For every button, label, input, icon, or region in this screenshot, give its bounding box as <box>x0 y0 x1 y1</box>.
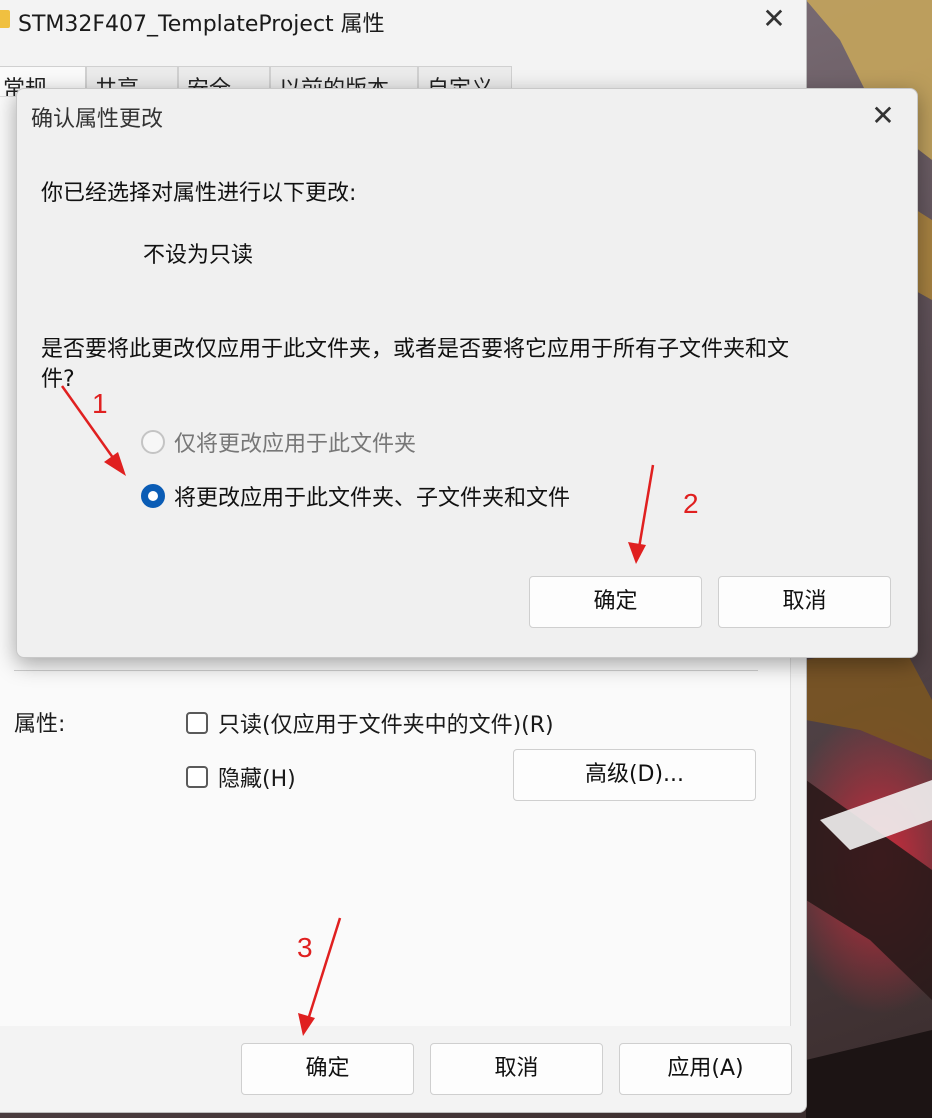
folder-icon <box>0 10 10 28</box>
question-line-2: 件? <box>41 367 75 392</box>
dialog-intro: 你已经选择对属性进行以下更改: <box>41 181 357 206</box>
readonly-checkbox[interactable] <box>186 712 208 734</box>
readonly-checkbox-row[interactable]: 只读(仅应用于文件夹中的文件)(R) <box>186 708 554 738</box>
radio-this-folder[interactable] <box>141 430 165 454</box>
readonly-label: 只读(仅应用于文件夹中的文件)(R) <box>218 713 554 738</box>
dialog-title: 确认属性更改 <box>31 107 164 132</box>
section-divider <box>14 670 758 671</box>
close-icon[interactable]: ✕ <box>863 97 903 137</box>
radio-all-subfolders[interactable] <box>141 484 165 508</box>
hidden-checkbox[interactable] <box>186 766 208 788</box>
option-all-subfolders[interactable]: 将更改应用于此文件夹、子文件夹和文件 <box>141 480 570 512</box>
dialog-cancel-button[interactable]: 取消 <box>718 576 891 628</box>
hidden-label: 隐藏(H) <box>218 767 296 792</box>
properties-titlebar: STM32F407_TemplateProject 属性 ✕ <box>0 0 806 44</box>
apply-button[interactable]: 应用(A) <box>619 1043 792 1095</box>
window-title: STM32F407_TemplateProject 属性 <box>18 12 385 37</box>
cancel-button[interactable]: 取消 <box>430 1043 603 1095</box>
ok-button[interactable]: 确定 <box>241 1043 414 1095</box>
option-all-subfolders-label: 将更改应用于此文件夹、子文件夹和文件 <box>174 486 571 511</box>
hidden-checkbox-row[interactable]: 隐藏(H) <box>186 762 296 792</box>
question-line-1: 是否要将此更改仅应用于此文件夹，或者是否要将它应用于所有子文件夹和文 <box>41 337 790 362</box>
dialog-ok-button[interactable]: 确定 <box>529 576 702 628</box>
confirm-attribute-dialog: 确认属性更改 ✕ 你已经选择对属性进行以下更改: 不设为只读 是否要将此更改仅应… <box>16 88 918 658</box>
attributes-label: 属性: <box>14 712 66 737</box>
change-description: 不设为只读 <box>143 243 254 268</box>
option-this-folder-label: 仅将更改应用于此文件夹 <box>174 432 417 457</box>
option-this-folder[interactable]: 仅将更改应用于此文件夹 <box>141 426 416 458</box>
advanced-button[interactable]: 高级(D)... <box>513 749 756 801</box>
close-icon[interactable]: ✕ <box>752 0 796 40</box>
